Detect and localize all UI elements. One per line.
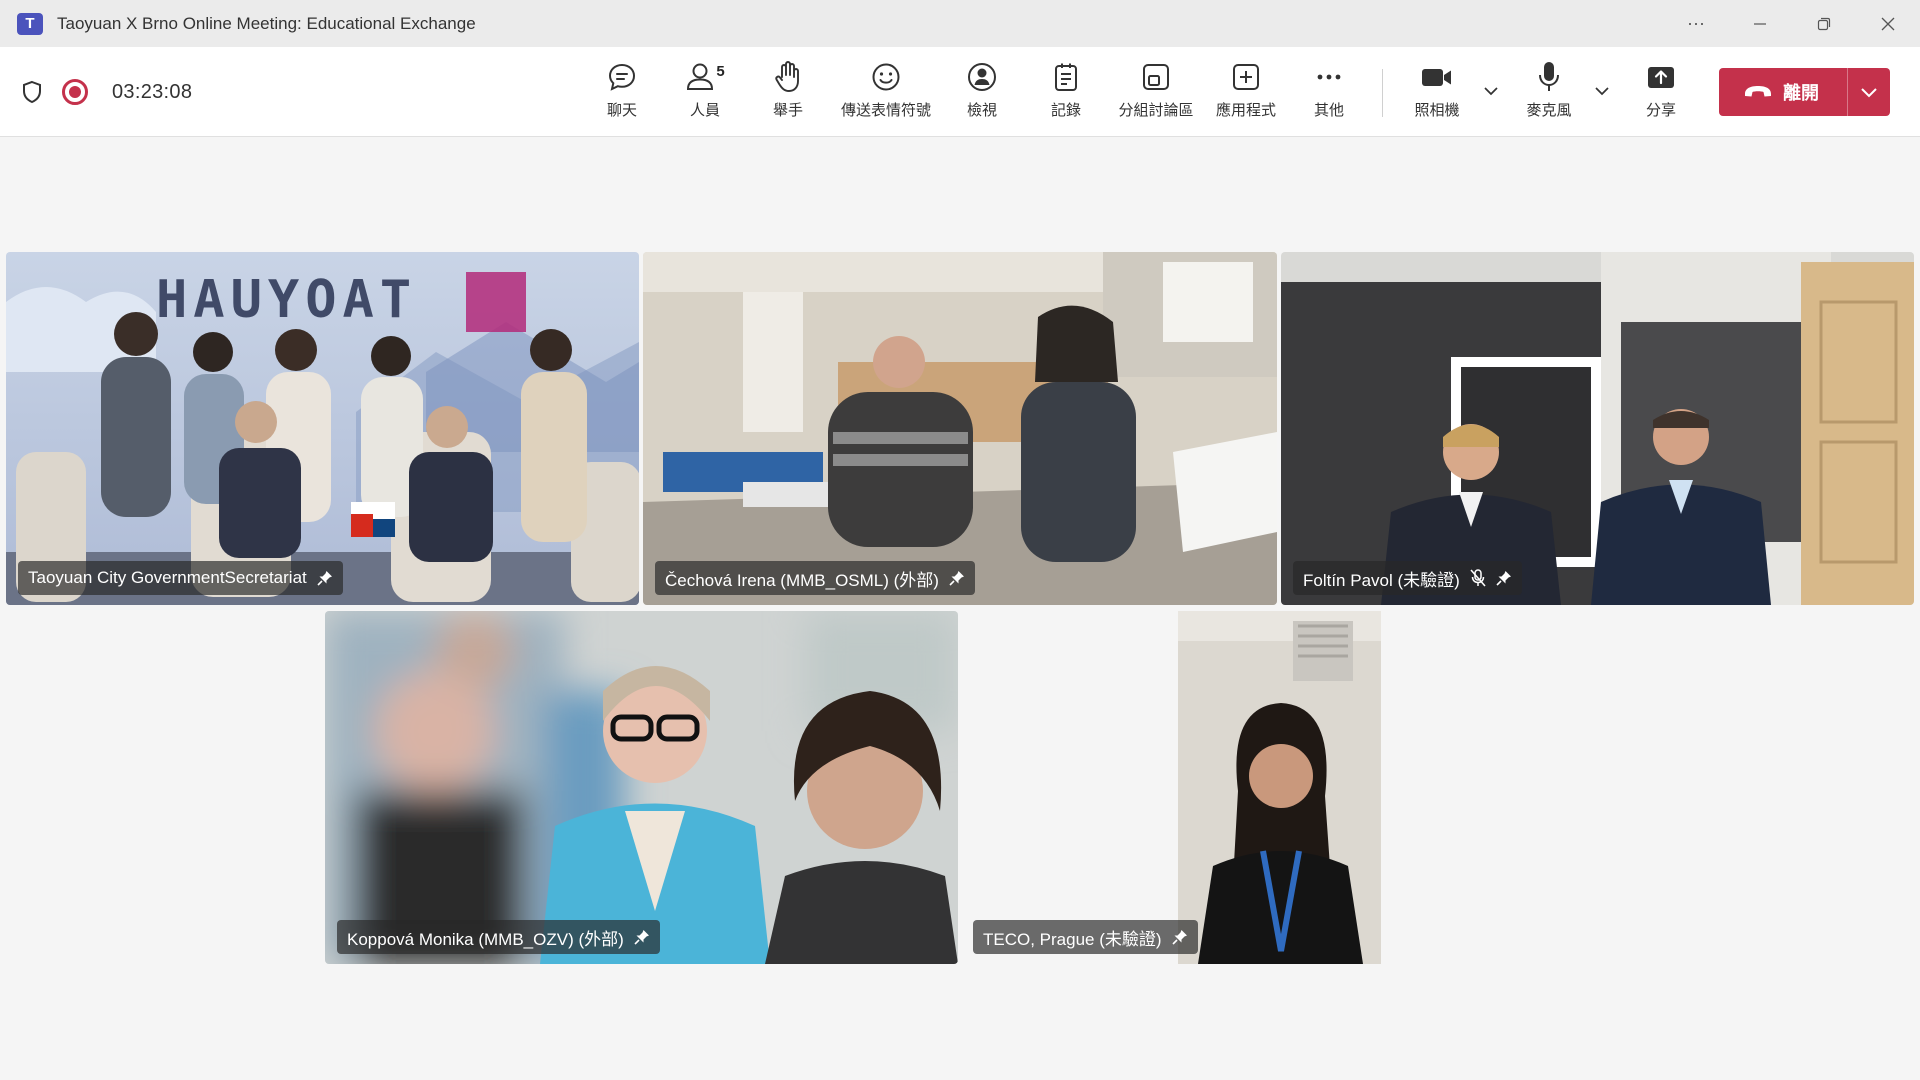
video-feed-koppova [325,611,958,964]
camera-button[interactable]: 照相機 [1392,59,1482,129]
smiley-icon [872,63,900,91]
restore-button[interactable] [1792,0,1856,47]
raise-hand-label: 舉手 [772,102,803,119]
video-tile-cechova[interactable]: Čechová Irena (MMB_OSML) (外部) [643,252,1277,605]
chat-icon [608,63,636,91]
view-label: 檢視 [966,102,997,119]
video-feed-taoyuan: HAUYOAT [6,252,639,605]
participant-name: Čechová Irena (MMB_OSML) (外部) [665,570,939,590]
chevron-down-icon [1484,87,1498,96]
more-actions-button[interactable]: 其他 [1284,59,1374,129]
toolbar-divider [1382,69,1383,117]
shield-icon [23,80,41,104]
participant-name: Taoyuan City GovernmentSecretariat [28,568,307,587]
participant-name: Foltín Pavol (未驗證) [1303,570,1460,590]
more-options-button[interactable]: ··· [1664,0,1728,47]
leave-options-button[interactable] [1848,68,1890,116]
window-controls: ··· [1664,0,1920,47]
meeting-timer: 03:23:08 [112,80,193,103]
pin-icon [949,570,965,586]
title-bar: T Taoyuan X Brno Online Meeting: Educati… [0,0,1920,47]
participant-name: TECO, Prague (未驗證) [983,929,1162,949]
participant-name: Koppová Monika (MMB_OZV) (外部) [347,929,624,949]
participant-name-tag: Foltín Pavol (未驗證) [1293,561,1522,595]
camera-options-button[interactable] [1479,79,1503,103]
view-button[interactable]: 檢視 [937,59,1027,129]
meeting-status: 03:23:08 [20,47,192,137]
video-tile-taoyuan[interactable]: HAUYOAT Taoyuan City GovernmentSecretari… [6,252,639,605]
participant-name-tag: Koppová Monika (MMB_OZV) (外部) [337,920,660,954]
pin-icon [634,929,650,945]
chevron-down-icon [1595,87,1609,96]
teams-logo-icon: T [17,12,43,35]
video-tile-teco[interactable]: TECO, Prague (未驗證) [963,611,1595,964]
meeting-info-button[interactable] [20,80,44,104]
video-feed-teco [963,611,1595,964]
notes-label: 記錄 [1050,102,1081,119]
leave-label: 離開 [1783,83,1819,103]
leave-button-group: 離開 [1719,68,1890,116]
close-window-button[interactable] [1856,0,1920,47]
pin-icon [317,570,333,586]
pin-icon [1171,929,1188,945]
share-screen-icon [1648,67,1674,88]
mic-label: 麥克風 [1526,102,1572,119]
participant-name-tag: TECO, Prague (未驗證) [973,920,1198,954]
notes-button[interactable]: 記錄 [1021,59,1111,129]
breakout-rooms-icon [1143,64,1169,90]
share-button[interactable]: 分享 [1616,59,1706,129]
restore-icon [1817,17,1831,30]
camera-icon [1422,69,1451,86]
apps-label: 應用程式 [1215,102,1276,119]
view-icon [968,63,996,91]
video-tile-foltin[interactable]: Foltín Pavol (未驗證) [1281,252,1914,605]
minimize-button[interactable] [1728,0,1792,47]
reactions-button[interactable]: 傳送表情符號 [841,59,931,129]
people-label: 人員 [689,102,720,119]
participant-name-tag: Taoyuan City GovernmentSecretariat [18,561,343,595]
video-feed-cechova [643,252,1277,605]
breakout-rooms-button[interactable]: 分組討論區 [1111,59,1201,129]
pin-icon [1496,570,1512,586]
microphone-icon [1539,62,1559,91]
people-icon [687,63,714,90]
wall-sign-text: HAUYOAT [156,270,417,330]
share-label: 分享 [1645,102,1676,119]
more-options-label: ··· [1687,13,1705,33]
apps-button[interactable]: 應用程式 [1201,59,1291,129]
reactions-label: 傳送表情符號 [841,102,932,119]
video-feed-foltin [1281,252,1914,605]
close-icon [1881,17,1895,30]
video-tile-koppova[interactable]: Koppová Monika (MMB_OZV) (外部) [325,611,958,964]
leave-button[interactable]: 離開 [1719,68,1847,116]
more-label: 其他 [1313,102,1344,119]
chat-label: 聊天 [606,102,637,119]
people-button[interactable]: 5 人員 [660,59,750,129]
meeting-toolbar: 03:23:08 聊天 5 人員 舉手 傳送表情符號 檢視 記錄 分組討論區 應… [0,47,1920,137]
people-count: 5 [716,63,725,80]
hang-up-icon [1745,86,1771,97]
mic-button[interactable]: 麥克風 [1504,59,1594,129]
chat-button[interactable]: 聊天 [577,59,667,129]
more-icon [1317,74,1341,80]
minimize-icon [1754,22,1766,25]
camera-label: 照相機 [1414,102,1460,119]
hand-icon [775,61,799,92]
window-title: Taoyuan X Brno Online Meeting: Education… [57,13,476,33]
recording-indicator-icon [62,79,88,105]
add-apps-icon [1233,64,1259,90]
mic-options-button[interactable] [1590,79,1614,103]
mic-off-icon [1470,569,1486,587]
breakout-label: 分組討論區 [1118,102,1194,119]
raise-hand-button[interactable]: 舉手 [743,59,833,129]
notes-icon [1055,63,1077,91]
participant-name-tag: Čechová Irena (MMB_OSML) (外部) [655,561,975,595]
chevron-down-icon [1861,88,1877,98]
